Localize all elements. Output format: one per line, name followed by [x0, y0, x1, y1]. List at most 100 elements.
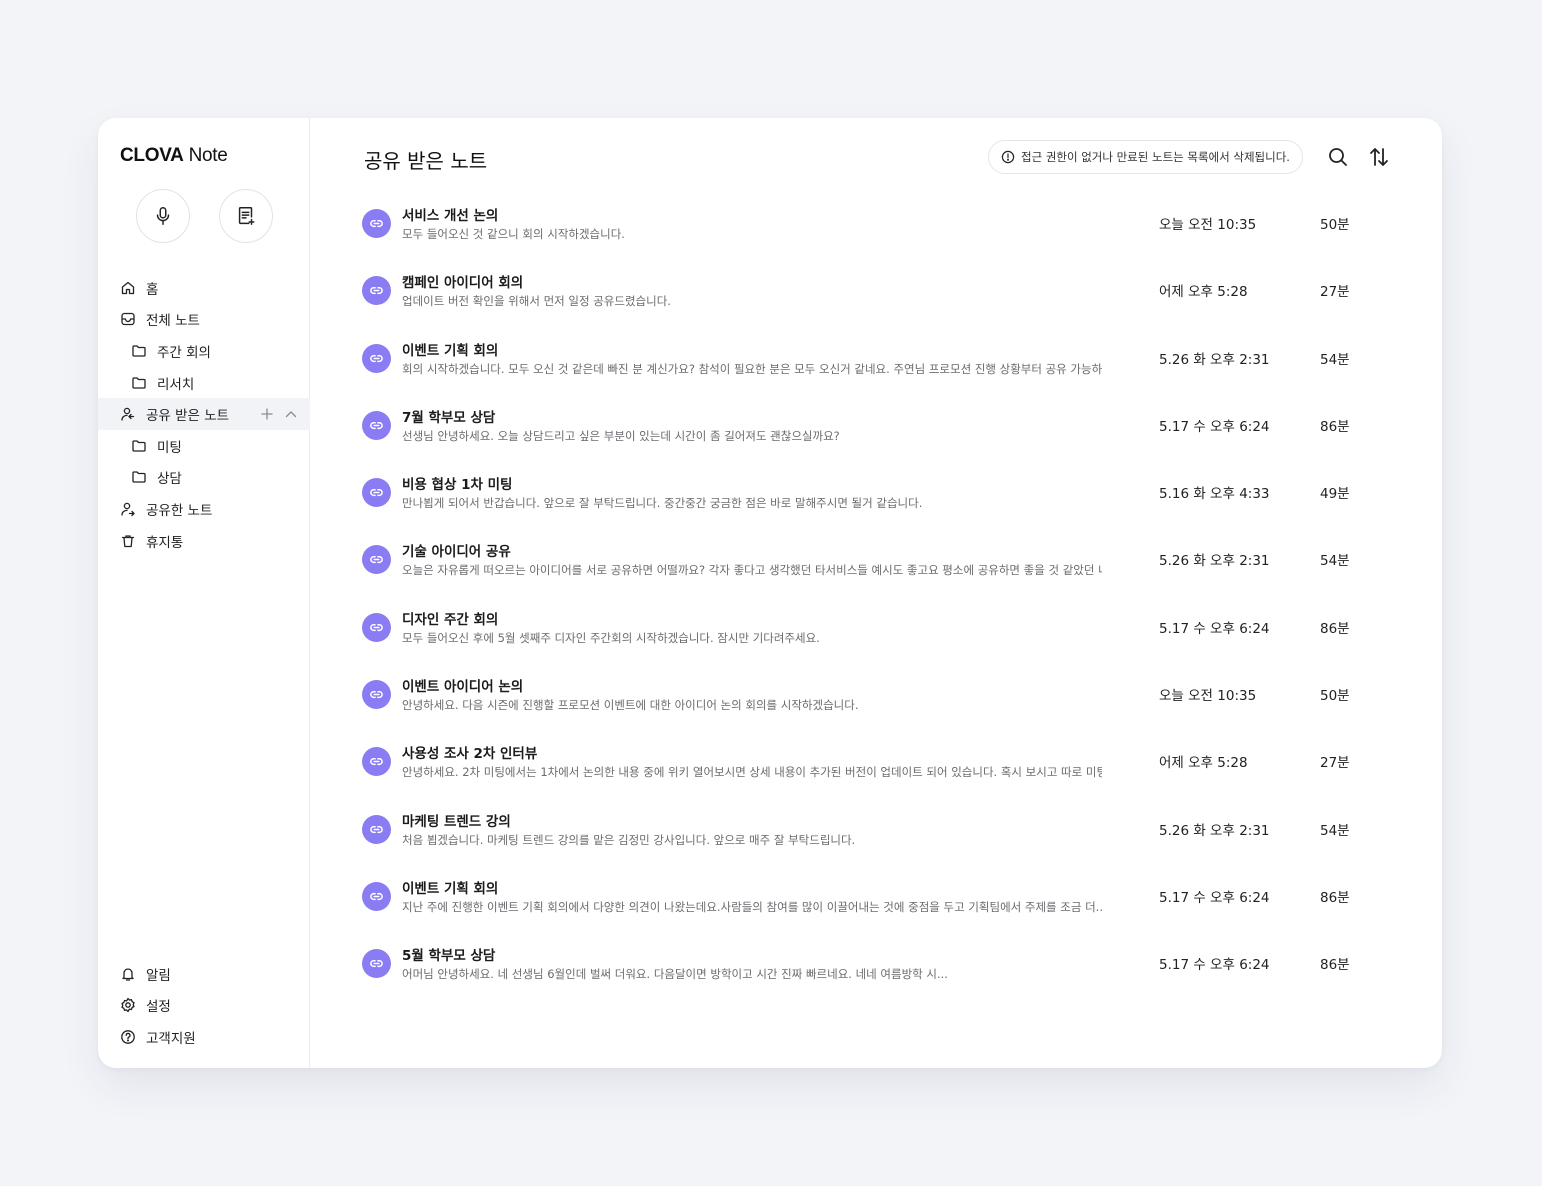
note-duration: 27분: [1320, 755, 1350, 772]
note-row[interactable]: 이벤트 기획 회의 지난 주에 진행한 이벤트 기획 회의에서 다양한 의견이 …: [360, 861, 1350, 928]
logo-bold: CLOVA: [120, 145, 184, 166]
gear-icon: [120, 997, 136, 1013]
note-preview: 모두 들어오신 것 같으니 회의 시작하겠습니다.: [402, 227, 625, 241]
note-title: 사용성 조사 2차 인터뷰: [402, 746, 538, 763]
note-row[interactable]: 기술 아이디어 공유 오늘은 자유롭게 떠오르는 아이디어를 서로 공유하면 어…: [360, 524, 1350, 591]
note-duration: 50분: [1320, 217, 1350, 233]
sidebar-item-settings[interactable]: 설정: [98, 990, 310, 1022]
note-row[interactable]: 이벤트 아이디어 논의 안녕하세요. 다음 시즌에 진행할 프로모션 이벤트에 …: [360, 659, 1350, 726]
note-title: 7월 학부모 상담: [402, 409, 496, 426]
note-preview: 지난 주에 진행한 이벤트 기획 회의에서 다양한 의견이 나왔는데요.사람들의…: [402, 899, 1102, 914]
inbox-icon: [120, 311, 136, 327]
main-content: 공유 받은 노트 접근 권한이 없거나 만료된 노트는 목록에서 삭제됩니다. …: [310, 118, 1442, 1068]
note-title: 캠페인 아이디어 회의: [402, 275, 524, 292]
note-preview: 안녕하세요. 다음 시즌에 진행할 프로모션 이벤트에 대한 아이디어 논의 회…: [402, 698, 859, 713]
link-icon: [370, 960, 383, 968]
sort-button[interactable]: [1368, 146, 1390, 168]
link-icon: [370, 623, 383, 631]
sidebar-nav: 홈 전체 노트 주간 회의 리서치 공유 받은 노트 미팅 상담 공유한 노트 …: [98, 272, 310, 556]
sidebar-item-home[interactable]: 홈: [98, 272, 310, 304]
record-button[interactable]: [136, 189, 190, 243]
note-preview: 안녕하세요. 2차 미팅에서는 1차에서 논의한 내용 중에 위키 열어보시면 …: [402, 765, 1102, 780]
note-date: 5.26 화 오후 2:31: [1159, 351, 1270, 368]
search-button[interactable]: [1327, 146, 1349, 168]
note-date: 5.17 수 오후 6:24: [1159, 418, 1270, 435]
note-row[interactable]: 서비스 개선 논의 모두 들어오신 것 같으니 회의 시작하겠습니다. 오늘 오…: [360, 188, 1350, 255]
note-duration: 54분: [1320, 553, 1350, 570]
sidebar-item-label: 알림: [146, 967, 171, 984]
sidebar-item-notifications[interactable]: 알림: [98, 958, 310, 990]
folder-icon: [131, 438, 147, 454]
shared-link-badge: [362, 747, 391, 777]
note-title: 비용 협상 1차 미팅: [402, 477, 513, 494]
note-preview: 처음 뵙겠습니다. 마케팅 트렌드 강의를 맡은 김정민 강사입니다. 앞으로 …: [402, 832, 856, 847]
folder-icon: [131, 343, 147, 359]
help-icon: [120, 1029, 136, 1045]
sidebar-item-label: 고객지원: [146, 1030, 196, 1047]
sidebar-item-all-notes[interactable]: 전체 노트: [98, 304, 310, 336]
link-icon: [370, 892, 383, 901]
note-row[interactable]: 마케팅 트렌드 강의 처음 뵙겠습니다. 마케팅 트렌드 강의를 맡은 김정민 …: [360, 794, 1350, 861]
sidebar-item-consulting[interactable]: 상담: [98, 462, 310, 494]
sidebar-item-label: 공유한 노트: [146, 502, 213, 519]
link-icon: [370, 287, 383, 295]
note-duration: 86분: [1320, 620, 1350, 637]
sidebar-item-support[interactable]: 고객지원: [98, 1021, 310, 1053]
app-window: CLOVA Note 홈 전체 노트 주간 회의 리서치 공유 받은 노트 미팅…: [98, 118, 1442, 1068]
sidebar-item-research[interactable]: 리서치: [98, 367, 310, 399]
sidebar-item-shared-received[interactable]: 공유 받은 노트: [98, 398, 310, 430]
note-list: 서비스 개선 논의 모두 들어오신 것 같으니 회의 시작하겠습니다. 오늘 오…: [360, 188, 1350, 996]
sidebar-item-meeting[interactable]: 미팅: [98, 430, 310, 462]
link-icon: [370, 691, 383, 699]
note-row[interactable]: 5월 학부모 상담 어머님 안녕하세요. 네 선생님 6월인데 벌써 더워요. …: [360, 928, 1350, 995]
page-title: 공유 받은 노트: [364, 149, 488, 173]
folder-icon: [131, 469, 147, 485]
sort-icon: [1370, 148, 1388, 166]
note-title: 기술 아이디어 공유: [402, 544, 511, 561]
chevron-up-icon[interactable]: [284, 407, 298, 421]
sidebar-item-label: 상담: [157, 471, 182, 488]
note-title: 5월 학부모 상담: [402, 948, 496, 965]
note-duration: 86분: [1320, 957, 1350, 974]
note-row[interactable]: 사용성 조사 2차 인터뷰 안녕하세요. 2차 미팅에서는 1차에서 논의한 내…: [360, 726, 1350, 793]
shared-link-badge: [362, 276, 391, 306]
note-date: 5.17 수 오후 6:24: [1159, 620, 1270, 637]
note-row[interactable]: 비용 협상 1차 미팅 만나뵙게 되어서 반갑습니다. 앞으로 잘 부탁드립니다…: [360, 457, 1350, 524]
shared-link-badge: [362, 949, 391, 979]
sidebar-item-weekly-meeting[interactable]: 주간 회의: [98, 335, 310, 367]
note-preview: 회의 시작하겠습니다. 모두 오신 것 같은데 빠진 분 계신가요? 참석이 필…: [402, 361, 1102, 376]
trash-icon: [120, 533, 136, 549]
note-row[interactable]: 7월 학부모 상담 선생님 안녕하세요. 오늘 상담드리고 싶은 부분이 있는데…: [360, 390, 1350, 457]
shared-sent-icon: [120, 501, 136, 517]
link-icon: [370, 354, 383, 362]
link-icon: [370, 489, 383, 497]
note-row[interactable]: 이벤트 기획 회의 회의 시작하겠습니다. 모두 오신 것 같은데 빠진 분 계…: [360, 323, 1350, 390]
sidebar-item-trash[interactable]: 휴지통: [98, 525, 310, 557]
sidebar-item-label: 설정: [146, 999, 171, 1016]
microphone-icon: [156, 207, 170, 225]
sidebar-item-label: 주간 회의: [157, 344, 211, 361]
note-date: 오늘 오전 10:35: [1159, 688, 1257, 705]
shared-link-badge: [362, 209, 391, 238]
note-title: 디자인 주간 회의: [402, 611, 499, 628]
sidebar-bottom-nav: 알림 설정 고객지원: [98, 958, 310, 1053]
app-logo[interactable]: CLOVA Note: [120, 145, 228, 167]
shared-link-badge: [362, 881, 391, 911]
note-row[interactable]: 캠페인 아이디어 회의 업데이트 버전 확인을 위해서 먼저 일정 공유드렸습니…: [360, 255, 1350, 322]
shared-link-badge: [362, 612, 391, 642]
link-icon: [370, 421, 383, 429]
plus-icon[interactable]: [260, 407, 274, 421]
note-date: 5.16 화 오후 4:33: [1159, 486, 1270, 503]
sidebar-item-shared-sent[interactable]: 공유한 노트: [98, 493, 310, 525]
sidebar-item-label: 리서치: [157, 376, 195, 393]
note-duration: 50분: [1320, 688, 1350, 705]
new-note-button[interactable]: [219, 189, 273, 243]
note-date: 5.26 화 오후 2:31: [1159, 822, 1270, 839]
note-preview: 모두 들어오신 후에 5월 셋째주 디자인 주간회의 시작하겠습니다. 잠시만 …: [402, 630, 820, 645]
info-icon: [1001, 150, 1015, 164]
note-duration: 54분: [1320, 822, 1350, 839]
shared-link-badge: [362, 410, 391, 440]
note-preview: 만나뵙게 되어서 반갑습니다. 앞으로 잘 부탁드립니다. 중간중간 궁금한 점…: [402, 496, 923, 511]
note-row[interactable]: 디자인 주간 회의 모두 들어오신 후에 5월 셋째주 디자인 주간회의 시작하…: [360, 592, 1350, 659]
shared-received-icon: [120, 406, 136, 422]
